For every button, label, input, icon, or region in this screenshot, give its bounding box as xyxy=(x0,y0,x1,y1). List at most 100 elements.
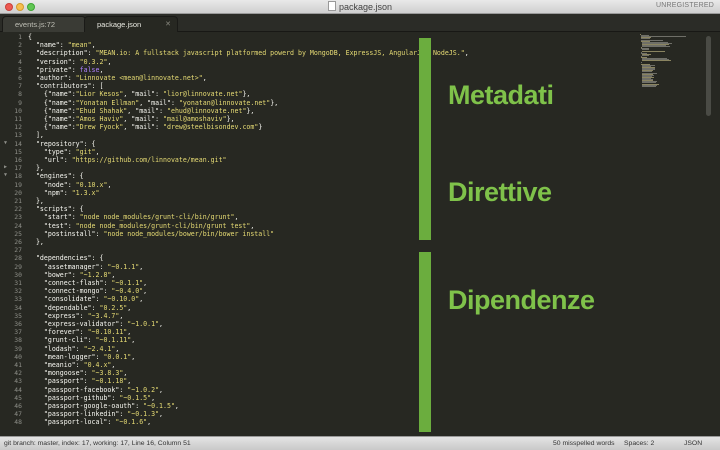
metadata-bracket-bar xyxy=(419,38,431,159)
code-line: "express": "~3.4.7", xyxy=(43,311,124,320)
line-number: 46 xyxy=(14,402,22,410)
code-line: "postinstall": "node node_modules/bower/… xyxy=(43,229,275,238)
title-bar: package.json UNREGISTERED xyxy=(0,0,720,14)
code-line: "consolidate": "~0.10.0", xyxy=(43,295,144,304)
code-line: "start": "node node_modules/grunt-cli/bi… xyxy=(43,213,239,222)
code-line: "repository": { xyxy=(35,139,96,148)
line-number: 36 xyxy=(14,320,22,328)
dependencies-bracket-bar xyxy=(419,252,431,432)
vertical-scrollbar[interactable] xyxy=(706,36,711,116)
line-number: 22 xyxy=(14,205,22,214)
code-line: "bower": "~1.2.8", xyxy=(43,270,116,279)
code-line: "passport-google-oauth": "~0.1.5", xyxy=(43,402,179,410)
status-bar: git branch: master, index: 17, working: … xyxy=(0,436,720,450)
window-title-text: package.json xyxy=(338,2,393,12)
line-number: 25 xyxy=(14,229,22,238)
fold-marker-icon[interactable]: ▶ xyxy=(0,164,7,170)
code-editor[interactable]: 1 2 3 4 5 6 7 8 9 10 11 12 13 14 ▼ 15 16 17 ▶ 18 ▼ 19 20 21 22 23… xyxy=(0,32,720,436)
line-number: 33 xyxy=(14,295,22,304)
minimap-line xyxy=(642,46,670,48)
line-number: 29 xyxy=(14,262,22,271)
code-line: { xyxy=(28,33,32,41)
code-line: {"name":"Lior Kesos", "mail": "lior@linn… xyxy=(28,90,251,99)
line-number: 21 xyxy=(14,197,22,205)
code-line: "lodash": "~2.4.1", xyxy=(43,344,120,353)
line-number: 27 xyxy=(14,246,22,255)
code-line: "private": false, xyxy=(35,65,104,74)
git-status-text: git branch: master, index: 17, working: … xyxy=(4,440,191,447)
line-number: 16 xyxy=(14,156,22,164)
line-number: 35 xyxy=(14,311,22,320)
line-number: 32 xyxy=(14,287,22,296)
fold-marker-icon[interactable]: ▼ xyxy=(0,140,7,146)
overlay-label-dipendenze: Dipendenze xyxy=(448,285,595,315)
overlay-label-direttive: Direttive xyxy=(448,177,552,207)
code-line: "node": "0.10.x", xyxy=(43,180,112,189)
unregistered-label: UNREGISTERED xyxy=(655,2,714,9)
tab-label: package.json xyxy=(97,20,142,29)
line-number: 15 xyxy=(14,147,22,156)
line-number-gutter: 1 2 3 4 5 6 7 8 9 10 11 12 13 14 ▼ 15 16 17 ▶ 18 ▼ 19 20 21 22 23… xyxy=(0,32,24,436)
minimap-line xyxy=(642,50,666,52)
line-number: 3 xyxy=(18,49,22,58)
line-number: 31 xyxy=(14,279,22,287)
directives-bracket-bar xyxy=(419,145,431,240)
line-number: 23 xyxy=(14,213,22,222)
line-number: 28 xyxy=(14,254,22,263)
line-number: 26 xyxy=(14,238,22,246)
tab-package-json[interactable]: package.json ✕ xyxy=(84,16,178,32)
line-number: 10 xyxy=(14,106,22,115)
line-number: 37 xyxy=(14,328,22,337)
window-title: package.json xyxy=(0,1,720,13)
code-line: "passport": "~0.1.18", xyxy=(43,377,132,386)
minimap[interactable] xyxy=(640,32,700,92)
line-number: 47 xyxy=(14,410,22,419)
code-line: "assetmanager": "~0.1.1", xyxy=(43,262,144,271)
code-line: "passport-facebook": "~1.0.2", xyxy=(43,385,164,394)
code-line: "passport-local": "~0.1.6", xyxy=(43,418,152,427)
line-number: 39 xyxy=(14,344,22,353)
code-line: {"name":"Drew Fyock", "mail": "drew@stee… xyxy=(28,123,263,132)
code-line: }, xyxy=(28,197,44,205)
minimap-line xyxy=(642,54,650,56)
line-number: 20 xyxy=(14,188,22,197)
code-line: "engines": { xyxy=(35,172,84,181)
code-line: "passport-linkedin": "~0.1.3", xyxy=(43,410,164,419)
code-line: "passport-github": "~0.1.5", xyxy=(43,393,156,402)
line-number: 12 xyxy=(14,123,22,132)
fold-marker-icon[interactable]: ▼ xyxy=(0,172,7,178)
code-line: {"name":"Yonatan Ellman", "mail": "yonat… xyxy=(28,98,279,107)
line-number: 9 xyxy=(18,98,22,107)
line-number: 4 xyxy=(18,57,22,66)
line-number: 45 xyxy=(14,393,22,402)
code-line: }, xyxy=(28,164,44,173)
code-line: "connect-flash": "~0.1.1", xyxy=(43,279,148,287)
line-number: 7 xyxy=(18,82,22,91)
indentation-setting[interactable]: Spaces: 2 xyxy=(624,437,654,450)
line-number: 1 xyxy=(18,33,22,41)
code-line: "npm": "1.3.x" xyxy=(43,188,100,197)
document-icon xyxy=(327,1,336,11)
minimap-line xyxy=(642,85,656,87)
tab-events-js[interactable]: events.js:72 xyxy=(2,16,86,32)
code-line: {"name":"Ehud Shahak", "mail": "ehud@lin… xyxy=(28,106,255,115)
line-number: 44 xyxy=(14,385,22,394)
syntax-mode[interactable]: JSON xyxy=(684,437,702,450)
line-number: 2 xyxy=(18,41,22,50)
code-line: "type": "git", xyxy=(43,147,100,156)
line-number: 19 xyxy=(14,180,22,189)
code-line: ], xyxy=(28,131,44,140)
line-number: 38 xyxy=(14,336,22,345)
overlay-label-metadati: Metadati xyxy=(448,80,554,110)
code-line: "author": "Linnovate <mean@linnovate.net… xyxy=(35,74,207,82)
code-line: "description": "MEAN.io: A fullstack jav… xyxy=(35,49,469,58)
code-line: {"name":"Amos Haviv", "mail": "mail@amos… xyxy=(28,115,235,123)
tab-bar: events.js:72 package.json ✕ xyxy=(0,14,720,32)
spellcheck-status[interactable]: 50 misspelled words xyxy=(553,437,615,450)
minimap-line xyxy=(641,61,643,63)
close-icon[interactable]: ✕ xyxy=(165,17,171,32)
line-number: 42 xyxy=(14,369,22,378)
line-number: 30 xyxy=(14,270,22,279)
code-line: "dependable": "0.2.5", xyxy=(43,303,132,312)
code-line: "version": "0.3.2", xyxy=(35,57,112,66)
